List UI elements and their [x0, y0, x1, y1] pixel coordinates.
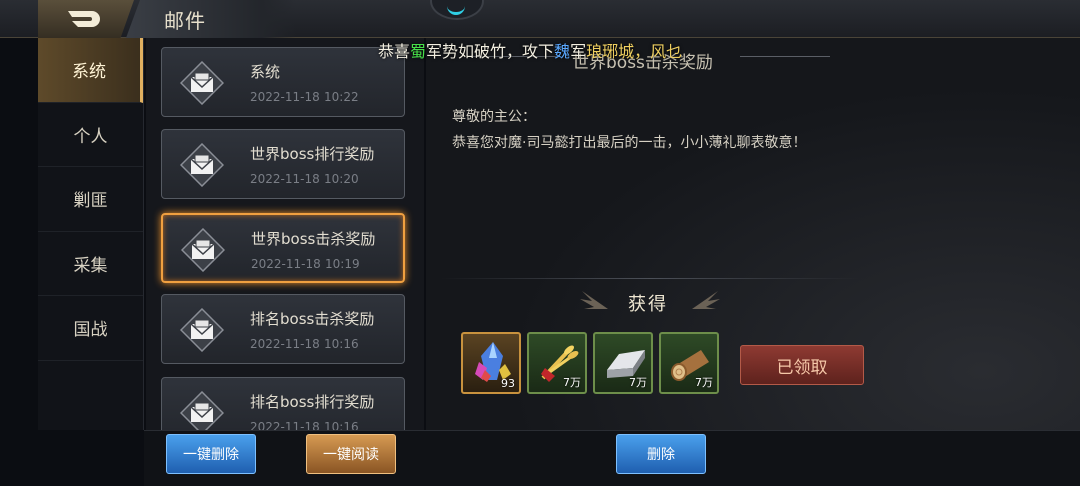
marquee-text: 恭喜	[378, 42, 411, 61]
reward-divider	[440, 278, 860, 279]
nav-item-gather[interactable]: 采集	[38, 232, 143, 296]
mail-date: 2022-11-18	[250, 337, 320, 351]
envelope-icon	[180, 61, 224, 105]
mail-time: 10:20	[324, 172, 359, 186]
mail-item[interactable]: 排名boss击杀奖励 2022-11-18 10:16	[161, 294, 405, 364]
envelope-icon	[181, 228, 225, 272]
mail-subject: 系统	[250, 63, 281, 81]
reward-count: 7万	[563, 376, 581, 389]
reward-count: 93	[501, 377, 515, 390]
wing-ornament-left-icon	[580, 291, 608, 309]
envelope-icon	[180, 391, 224, 430]
back-arrow-icon	[68, 11, 100, 27]
mail-date: 2022-11-18	[250, 172, 320, 186]
mail-item[interactable]: 系统 2022-11-18 10:22	[161, 47, 405, 117]
mail-item[interactable]: 世界boss排行奖励 2022-11-18 10:20	[161, 129, 405, 199]
mail-time: 10:16	[324, 420, 359, 430]
nav-item-personal[interactable]: 个人	[38, 103, 143, 167]
mail-greeting: 尊敬的主公：	[452, 109, 536, 125]
mail-subject: 排名boss排行奖励	[250, 393, 375, 411]
reward-title: 获得	[628, 294, 668, 315]
marquee-kingdom-wei: 魏	[554, 42, 571, 61]
delete-button[interactable]: 删除	[616, 434, 706, 474]
delete-all-button[interactable]: 一键删除	[166, 434, 256, 474]
mail-time: 10:16	[324, 337, 359, 351]
mail-date: 2022-11-18	[250, 420, 320, 430]
reward-slot[interactable]: 7万	[527, 332, 587, 394]
reward-slot[interactable]: 7万	[659, 332, 719, 394]
marquee-text: ，风乜	[634, 42, 683, 61]
reward-count: 7万	[695, 376, 713, 389]
nav-item-national-war[interactable]: 国战	[38, 296, 143, 361]
reward-count: 7万	[629, 376, 647, 389]
broadcast-marquee: 恭喜蜀军势如破竹，攻下魏军琅琊城，风乜	[378, 38, 682, 62]
marquee-city: 琅琊城	[586, 42, 635, 61]
reward-slot[interactable]: 7万	[593, 332, 653, 394]
envelope-icon	[180, 308, 224, 352]
left-edge	[0, 38, 38, 486]
envelope-icon	[180, 143, 224, 187]
mail-subject: 排名boss击杀奖励	[250, 310, 375, 328]
mail-subject: 世界boss击杀奖励	[251, 230, 376, 248]
mail-time: 10:22	[324, 90, 359, 104]
nav-item-bandit[interactable]: 剿匪	[38, 167, 143, 232]
mail-item[interactable]: 排名boss排行奖励 2022-11-18 10:16	[161, 377, 405, 430]
title-ornament-right	[740, 56, 830, 64]
page-title: 邮件	[164, 9, 206, 33]
claimed-button[interactable]: 已领取	[740, 345, 864, 385]
mail-subject: 世界boss排行奖励	[250, 145, 375, 163]
read-all-button[interactable]: 一键阅读	[306, 434, 396, 474]
mail-date: 2022-11-18	[250, 90, 320, 104]
marquee-text: 军	[570, 42, 587, 61]
mail-date: 2022-11-18	[251, 257, 321, 271]
wing-ornament-right-icon	[692, 291, 720, 309]
marquee-text: 军势如破竹，攻下	[426, 42, 555, 61]
nav-item-system[interactable]: 系统	[38, 38, 143, 103]
marquee-kingdom-shu: 蜀	[410, 42, 427, 61]
mail-list[interactable]: 系统 2022-11-18 10:22 世界boss排行奖励 2022-11-1…	[146, 38, 424, 430]
mail-item-selected[interactable]: 世界boss击杀奖励 2022-11-18 10:19	[161, 213, 405, 283]
bottom-bar	[144, 430, 1080, 486]
title-tab	[126, 0, 296, 38]
category-nav: 系统 个人 剿匪 采集 国战	[38, 38, 144, 430]
mail-time: 10:19	[325, 257, 360, 271]
back-button[interactable]	[38, 0, 134, 38]
mail-body: 恭喜您对魔·司马懿打出最后的一击，小小薄礼聊表敬意！	[452, 135, 807, 151]
reward-slot[interactable]: 93	[461, 332, 521, 394]
